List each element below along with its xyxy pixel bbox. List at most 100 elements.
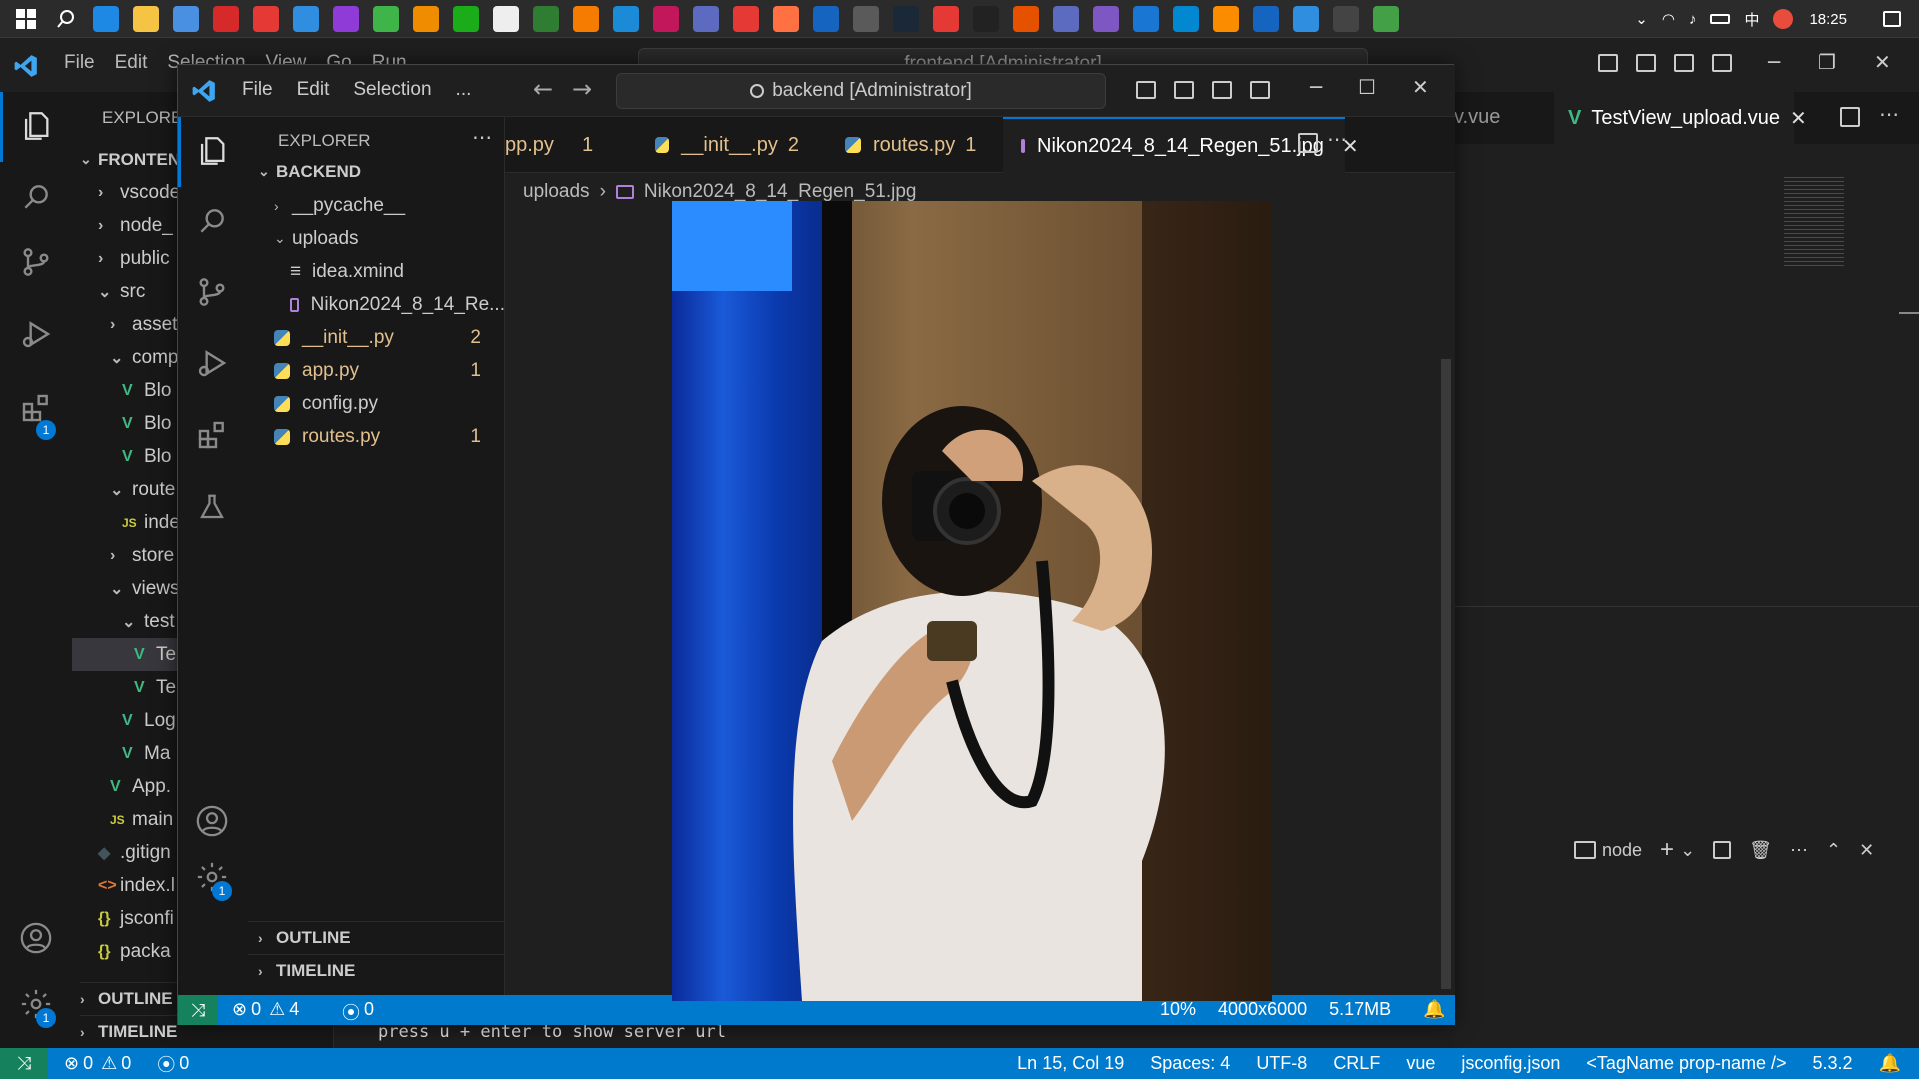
encoding[interactable]: UTF-8 bbox=[1256, 1053, 1307, 1074]
explorer-more-icon[interactable]: ⋯ bbox=[472, 125, 492, 149]
app-icon[interactable] bbox=[413, 5, 439, 32]
explorer-icon[interactable] bbox=[133, 5, 159, 32]
line-ending[interactable]: CRLF bbox=[1333, 1053, 1380, 1074]
toggle-sidebar-icon[interactable] bbox=[1598, 54, 1618, 72]
steam-icon[interactable] bbox=[893, 5, 919, 32]
vscode-icon[interactable] bbox=[1293, 5, 1319, 32]
restore-icon[interactable]: ❐ bbox=[1818, 50, 1836, 74]
app-icon[interactable] bbox=[1093, 5, 1119, 32]
breadcrumb-folder[interactable]: uploads bbox=[523, 181, 590, 203]
edge-icon[interactable] bbox=[93, 5, 119, 32]
fg-tree-item[interactable]: Nikon2024_8_14_Re... bbox=[248, 288, 505, 321]
bg-menu-item[interactable]: Edit bbox=[115, 52, 148, 76]
toggle-sidebar-icon[interactable] bbox=[1136, 81, 1156, 99]
nav-forward-icon[interactable]: → bbox=[572, 75, 592, 103]
tab-init-py[interactable]: __init__.py 2 bbox=[629, 117, 799, 173]
customize-layout-icon[interactable] bbox=[1712, 54, 1732, 72]
fg-menu-item[interactable]: File bbox=[242, 79, 273, 101]
explorer-icon[interactable] bbox=[192, 131, 232, 171]
fg-root-folder[interactable]: ⌄ BACKEND bbox=[248, 155, 505, 188]
split-terminal-icon[interactable] bbox=[1713, 841, 1732, 859]
vscode-icon[interactable] bbox=[293, 5, 319, 32]
fg-menu-item[interactable]: Selection bbox=[353, 79, 431, 101]
fg-search-box[interactable]: backend [Administrator] bbox=[616, 73, 1106, 109]
source-control-icon[interactable] bbox=[192, 272, 232, 312]
language-mode[interactable]: vue bbox=[1406, 1053, 1435, 1074]
bg-tree-item[interactable]: ⌄ comp bbox=[110, 341, 178, 374]
app-icon[interactable] bbox=[533, 5, 559, 32]
error-icon[interactable]: ⊗ bbox=[64, 1053, 79, 1074]
bg-tree-item[interactable]: › node_ bbox=[98, 209, 173, 242]
fg-outline-section[interactable]: › OUTLINE bbox=[248, 921, 505, 954]
wifi-icon[interactable]: ◠ bbox=[1662, 10, 1675, 28]
new-terminal-icon[interactable]: + bbox=[1660, 836, 1674, 864]
app-icon[interactable] bbox=[1013, 5, 1039, 32]
tab-app-py[interactable]: pp.py 1 bbox=[505, 117, 617, 173]
chevron-down-icon[interactable]: ⌄ bbox=[1680, 840, 1695, 861]
app-icon[interactable] bbox=[653, 5, 679, 32]
toggle-panel-icon[interactable] bbox=[1174, 81, 1194, 99]
breadcrumb-file[interactable]: Nikon2024_8_14_Regen_51.jpg bbox=[644, 181, 917, 203]
bg-tree-item[interactable]: V Log bbox=[122, 704, 176, 737]
bg-tree-item[interactable]: V Te bbox=[134, 671, 176, 704]
remote-icon[interactable]: ⤨ bbox=[178, 995, 218, 1025]
app-icon[interactable] bbox=[173, 5, 199, 32]
app-icon[interactable] bbox=[1373, 5, 1399, 32]
fg-tree-item[interactable]: ⌄ uploads bbox=[248, 222, 505, 255]
bg-tree-item[interactable]: › asset bbox=[110, 308, 177, 341]
app-icon[interactable] bbox=[933, 5, 959, 32]
split-editor-icon[interactable] bbox=[1840, 107, 1860, 127]
nav-back-icon[interactable]: ← bbox=[533, 75, 553, 103]
ports-icon[interactable]: ⦿ bbox=[157, 1051, 175, 1077]
cursor-position[interactable]: Ln 15, Col 19 bbox=[1017, 1053, 1124, 1074]
bg-tree-item[interactable]: ◆ .gitign bbox=[98, 836, 171, 869]
account-icon[interactable] bbox=[192, 801, 232, 841]
windows-icon[interactable] bbox=[13, 6, 39, 32]
clock[interactable]: 18:25 bbox=[1809, 11, 1847, 28]
fg-tree-item[interactable]: routes.py 1 bbox=[248, 420, 505, 453]
fg-tree-item[interactable]: ≡ idea.xmind bbox=[248, 255, 505, 288]
app-icon[interactable] bbox=[1173, 5, 1199, 32]
tab-nikon-jpg[interactable]: Nikon2024_8_14_Regen_51.jpg ✕ bbox=[1003, 117, 1359, 173]
bg-tab-active[interactable]: V TestView_upload.vue ✕ bbox=[1554, 92, 1807, 144]
run-debug-icon[interactable] bbox=[192, 343, 232, 383]
minimize-icon[interactable]: ─ bbox=[1768, 50, 1780, 74]
fg-tree-item[interactable]: __init__.py 2 bbox=[248, 321, 505, 354]
toggle-secondary-sidebar-icon[interactable] bbox=[1674, 54, 1694, 72]
bg-tree-item[interactable]: JS main bbox=[110, 803, 173, 836]
bg-tree-item[interactable]: ⌄ views bbox=[110, 572, 180, 605]
fg-tree-item[interactable]: › __pycache__ bbox=[248, 189, 505, 222]
battery-icon[interactable] bbox=[1710, 14, 1731, 24]
indentation[interactable]: Spaces: 4 bbox=[1150, 1053, 1230, 1074]
terminal-icon[interactable] bbox=[1333, 5, 1359, 32]
ports-status[interactable]: ⦿ 0 bbox=[342, 999, 374, 1025]
remote-icon[interactable]: ⤨ bbox=[0, 1048, 48, 1079]
wechat-icon[interactable] bbox=[453, 5, 479, 32]
bg-ports-count[interactable]: 0 bbox=[179, 1053, 189, 1074]
more-actions-icon[interactable]: ⋯ bbox=[1790, 840, 1808, 861]
version-status[interactable]: 5.3.2 bbox=[1813, 1053, 1853, 1074]
bg-root-folder[interactable]: ⌄ FRONTEND bbox=[80, 143, 192, 176]
toggle-panel-icon[interactable] bbox=[1636, 54, 1656, 72]
close-panel-icon[interactable]: ✕ bbox=[1859, 840, 1874, 861]
app-icon[interactable] bbox=[333, 5, 359, 32]
bg-tree-item[interactable]: › public bbox=[98, 242, 170, 275]
problems-status[interactable]: ⊗ 0 ⚠ 4 bbox=[232, 999, 299, 1020]
warning-icon[interactable]: ⚠ bbox=[101, 1053, 117, 1074]
toggle-secondary-sidebar-icon[interactable] bbox=[1212, 81, 1232, 99]
app-icon[interactable] bbox=[613, 5, 639, 32]
close-icon[interactable]: ✕ bbox=[1874, 50, 1891, 74]
bg-tree-item[interactable]: ⌄ test bbox=[122, 605, 175, 638]
minimize-icon[interactable]: ─ bbox=[1310, 75, 1322, 99]
bg-tree-item[interactable]: V Blo bbox=[122, 407, 171, 440]
app-icon[interactable] bbox=[1133, 5, 1159, 32]
notification-bell-icon[interactable]: 🔔 bbox=[1879, 1053, 1901, 1074]
fg-tree-item[interactable]: app.py 1 bbox=[248, 354, 505, 387]
testing-flask-icon[interactable] bbox=[192, 487, 232, 527]
account-icon[interactable] bbox=[16, 918, 56, 958]
bg-tree-item[interactable]: {} jsconfi bbox=[98, 902, 174, 935]
bg-tree-item[interactable]: V Blo bbox=[122, 374, 171, 407]
typora-icon[interactable] bbox=[973, 5, 999, 32]
maximize-panel-icon[interactable]: ⌃ bbox=[1826, 840, 1841, 861]
tab-close-icon[interactable]: ✕ bbox=[1790, 106, 1807, 131]
